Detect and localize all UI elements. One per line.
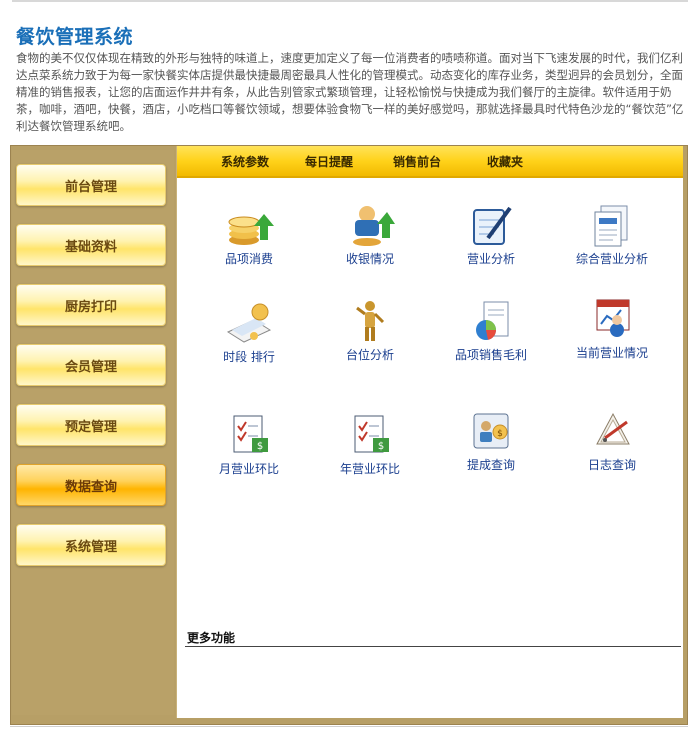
sidebar-item-label: 数据查询 bbox=[64, 479, 117, 495]
sidebar-item-basic-data[interactable]: 基础资料 bbox=[16, 224, 166, 266]
tile-overall-analysis[interactable]: 综合营业分析 bbox=[557, 202, 667, 267]
more-features-label: 更多功能 bbox=[187, 631, 236, 645]
sidebar-item-kitchen-print[interactable]: 厨房打印 bbox=[16, 284, 166, 326]
sidebar-item-reservations[interactable]: 预定管理 bbox=[16, 404, 166, 446]
current-status-icon bbox=[596, 299, 630, 337]
sidebar-item-label: 基础资料 bbox=[64, 239, 117, 255]
page-title: 餐饮管理系统 bbox=[16, 26, 134, 48]
notebook-pen-icon bbox=[473, 206, 512, 245]
cashier-icon bbox=[353, 206, 395, 246]
tile-label: 当前营业情况 bbox=[575, 346, 648, 360]
tab-sales-front[interactable]: 销售前台 bbox=[393, 153, 441, 170]
sidebar-item-label: 预定管理 bbox=[64, 419, 117, 435]
sidebar-item-label: 会员管理 bbox=[64, 359, 117, 375]
tile-table-analysis[interactable]: 台位分析 bbox=[315, 298, 425, 363]
tile-label: 综合营业分析 bbox=[575, 252, 648, 266]
time-ranking-icon bbox=[226, 303, 272, 343]
svg-text:$: $ bbox=[497, 429, 503, 439]
tile-log-query[interactable]: 日志查询 bbox=[557, 408, 667, 473]
bottom-divider bbox=[10, 726, 688, 727]
tile-label: 品项消费 bbox=[224, 252, 273, 266]
tile-label: 年营业环比 bbox=[339, 462, 400, 476]
tile-label: 月营业环比 bbox=[218, 462, 279, 476]
sidebar-item-label: 前台管理 bbox=[64, 179, 117, 195]
intro-text: 食物的美不仅仅体现在精致的外形与独特的味道上，速度更加定义了每一位消费者的啧啧称… bbox=[16, 51, 684, 133]
commission-icon: $ bbox=[473, 413, 509, 449]
tile-label: 营业分析 bbox=[466, 252, 515, 266]
tile-monthly-comparison[interactable]: $ 月营业环比 bbox=[194, 412, 304, 477]
tile-label: 时段 排行 bbox=[223, 350, 275, 364]
tile-item-gross-profit[interactable]: 品项销售毛利 bbox=[436, 298, 546, 363]
top-divider bbox=[12, 0, 688, 2]
tile-label: 台位分析 bbox=[345, 348, 394, 362]
sidebar-item-label: 厨房打印 bbox=[64, 299, 117, 315]
tab-bar: 系统参数 每日提醒 销售前台 收藏夹 bbox=[177, 146, 683, 178]
svg-text:$: $ bbox=[257, 441, 263, 452]
tile-time-ranking[interactable]: 时段 排行 bbox=[194, 302, 304, 365]
tab-daily-reminder[interactable]: 每日提醒 bbox=[305, 153, 353, 170]
checklist-money-icon: $ bbox=[354, 415, 389, 453]
tile-label: 收银情况 bbox=[345, 252, 394, 266]
document-report-icon bbox=[594, 205, 628, 247]
figure-icon bbox=[356, 301, 385, 341]
svg-text:$: $ bbox=[378, 441, 384, 452]
tile-label: 提成查询 bbox=[466, 458, 515, 472]
tile-yearly-comparison[interactable]: $ 年营业环比 bbox=[315, 412, 425, 477]
sidebar-item-system[interactable]: 系统管理 bbox=[16, 524, 166, 566]
tile-label: 日志查询 bbox=[587, 458, 636, 472]
more-features-divider bbox=[185, 646, 681, 647]
sidebar-item-data-query[interactable]: 数据查询 bbox=[16, 464, 166, 506]
pie-document-icon bbox=[476, 301, 509, 340]
coins-chart-icon bbox=[228, 214, 274, 245]
tab-favorites[interactable]: 收藏夹 bbox=[487, 153, 523, 170]
tile-label: 品项销售毛利 bbox=[454, 348, 527, 362]
tab-system-params[interactable]: 系统参数 bbox=[221, 153, 269, 170]
tile-item-consumption[interactable]: 品项消费 bbox=[194, 202, 304, 267]
tile-current-status[interactable]: 当前营业情况 bbox=[557, 296, 667, 361]
sidebar-item-members[interactable]: 会员管理 bbox=[16, 344, 166, 386]
sidebar-item-label: 系统管理 bbox=[64, 539, 117, 555]
tile-cashier-status[interactable]: 收银情况 bbox=[315, 202, 425, 267]
main-panel: 系统参数 每日提醒 销售前台 收藏夹 品项消费 收银情况 营业分析 综合营业分析… bbox=[176, 146, 683, 718]
tile-commission-query[interactable]: $ 提成查询 bbox=[436, 408, 546, 473]
sidebar-item-front-desk[interactable]: 前台管理 bbox=[16, 164, 166, 206]
log-pencil-icon bbox=[596, 412, 630, 445]
checklist-money-icon: $ bbox=[233, 415, 268, 453]
tile-business-analysis[interactable]: 营业分析 bbox=[436, 202, 546, 267]
